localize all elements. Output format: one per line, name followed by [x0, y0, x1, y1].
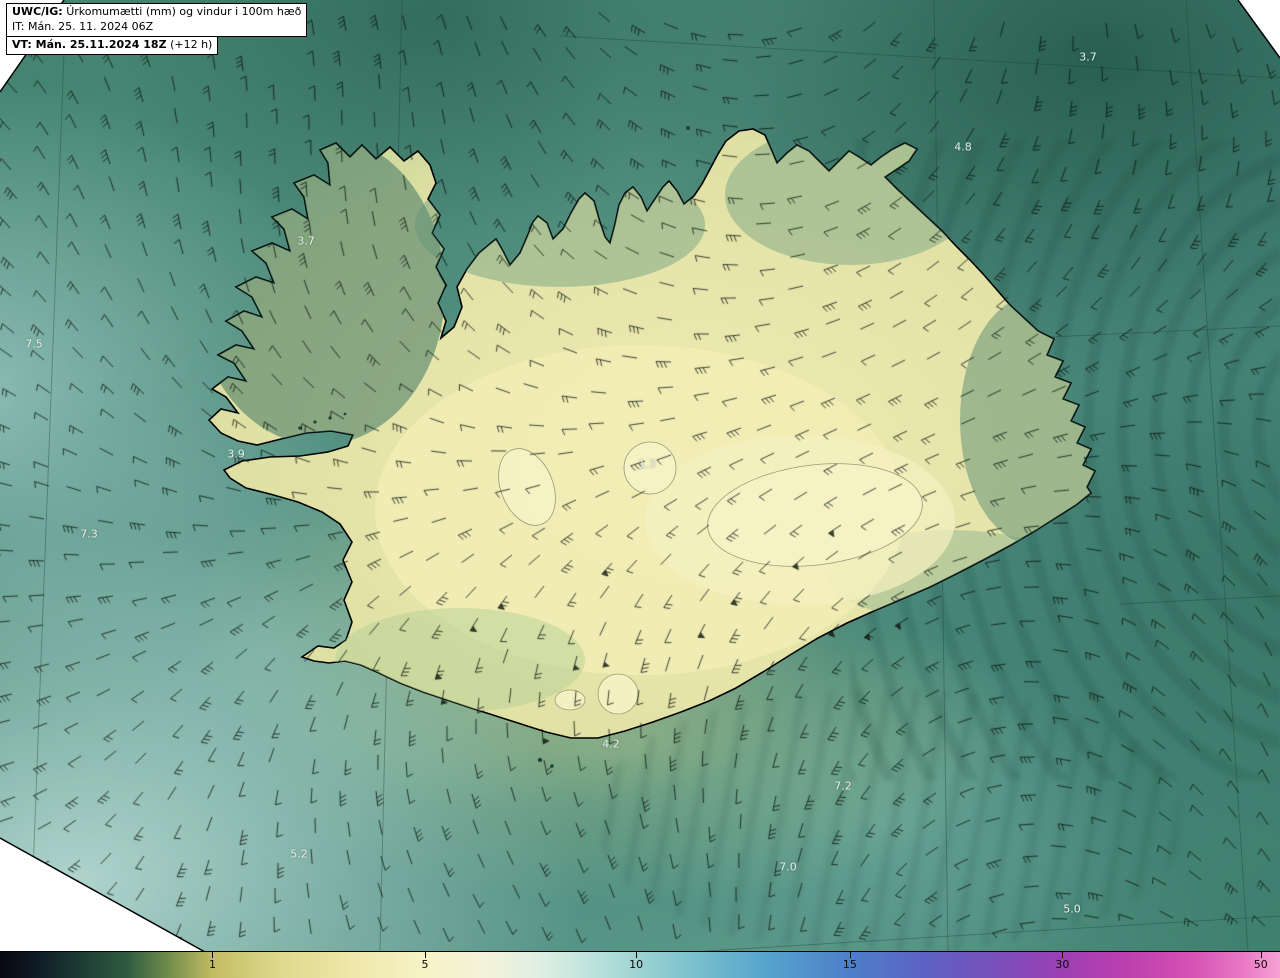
title-box-valid: VT: Mán. 25.11.2024 18Z (+12 h) — [6, 36, 218, 55]
map-title-box: UWC/IG: Úrkomumætti (mm) og vindur i 100… — [6, 3, 307, 55]
title-box-main: UWC/IG: Úrkomumætti (mm) og vindur i 100… — [6, 3, 307, 37]
init-time: IT: Mán. 25. 11. 2024 06Z — [12, 20, 301, 35]
model-name: UWC/IG: — [12, 5, 63, 18]
colorbar: 1510153050 — [0, 951, 1280, 978]
weather-map-viewport: 3.74.83.77.53.97.31.35.24.27.27.05.0 UWC… — [0, 0, 1280, 978]
valid-offset: (+12 h) — [170, 38, 212, 51]
product-line: UWC/IG: Úrkomumætti (mm) og vindur i 100… — [12, 5, 301, 20]
product-title: Úrkomumætti (mm) og vindur i 100m hæð — [66, 5, 301, 18]
valid-time: VT: Mán. 25.11.2024 18Z — [12, 38, 167, 51]
colorbar-ticks: 1510153050 — [0, 952, 1280, 978]
map-frame — [0, 0, 1280, 978]
